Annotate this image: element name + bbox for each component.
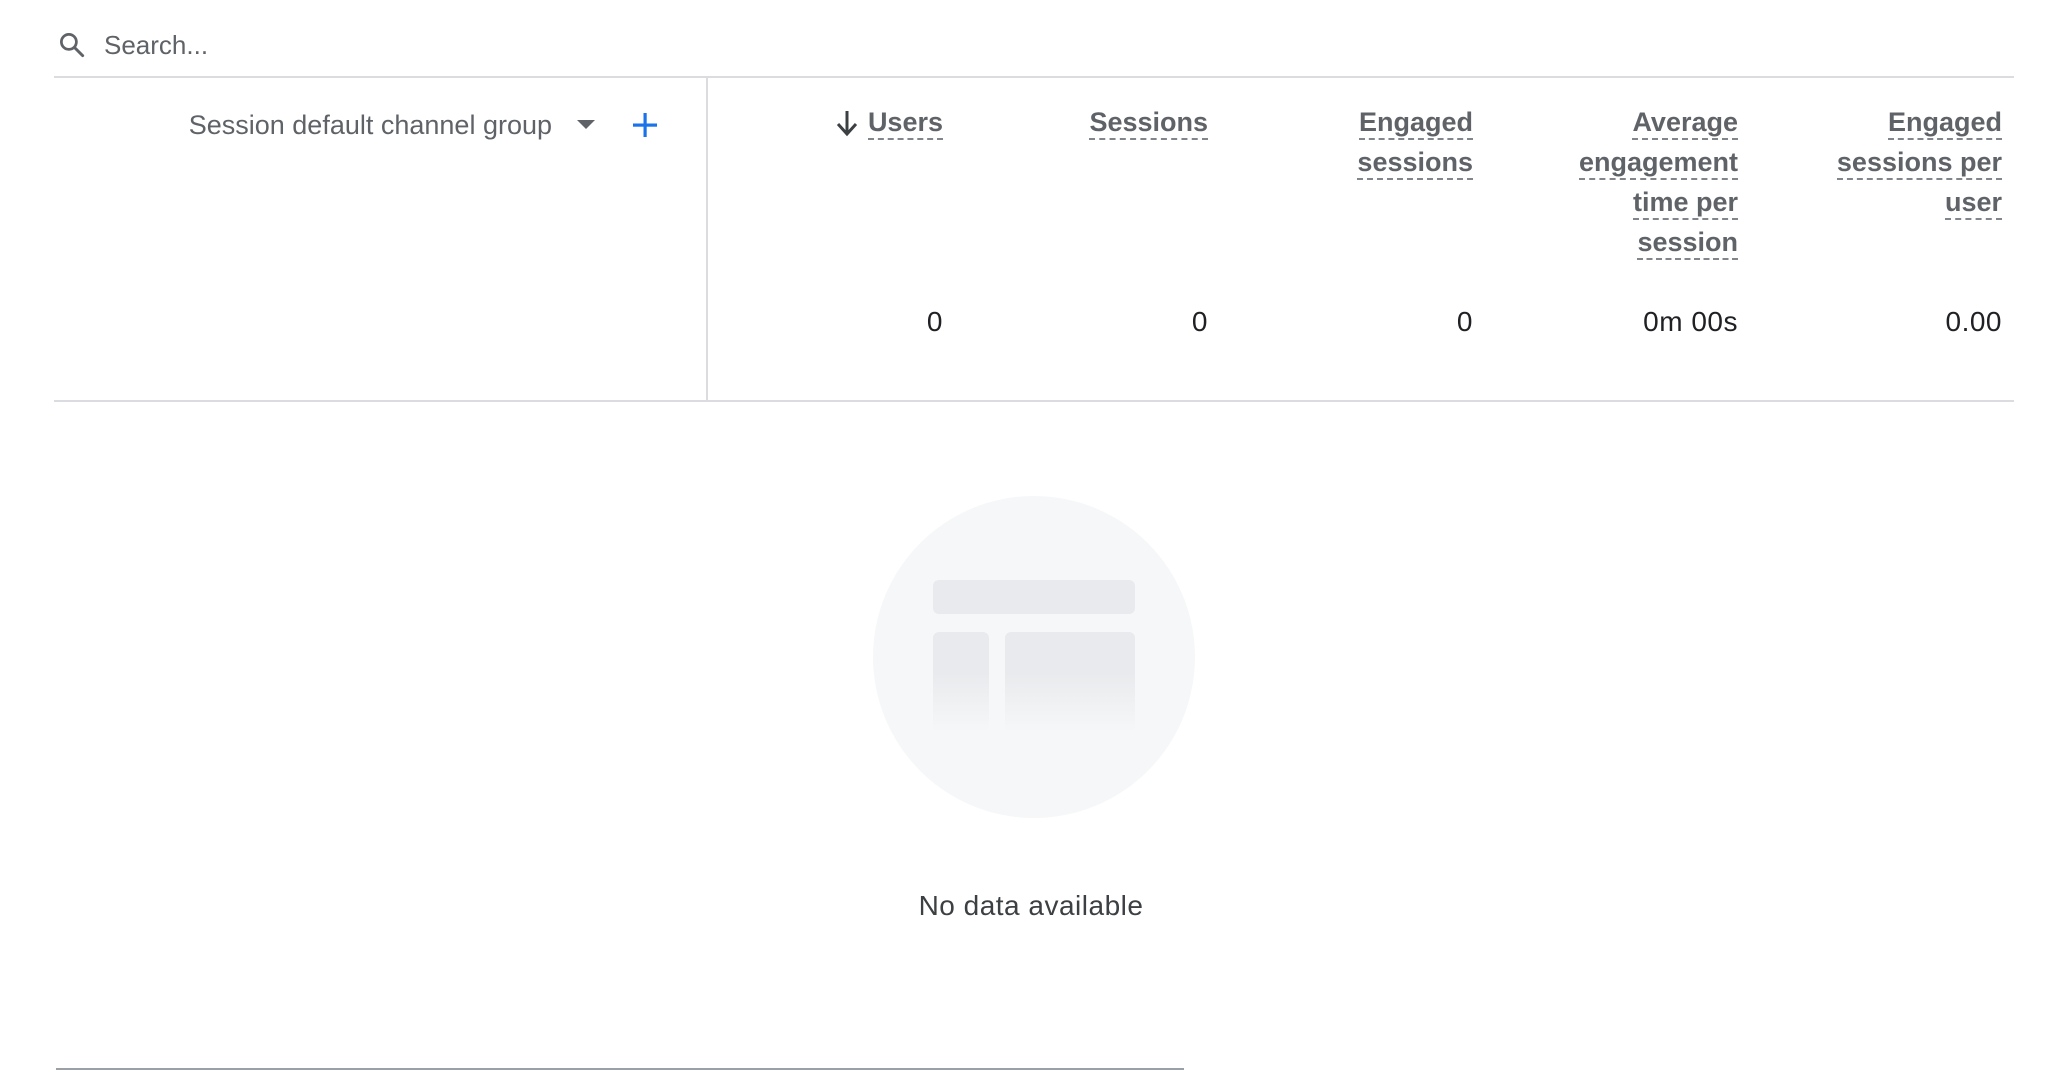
plus-icon [633,113,657,137]
metric-title: Users [867,102,943,142]
dimension-header: Session default channel group [189,104,666,146]
empty-state-message: No data available [918,890,1144,921]
column-header-sessions[interactable]: Sessions [1089,102,1208,142]
metric-title-line: Engaged [1887,107,2002,140]
search-bar [54,14,2014,78]
column-header-avg-engagement-time[interactable]: Average engagement time per session [1578,102,1738,262]
arrow-down-icon [836,111,858,137]
metric-title-line: session [1637,227,1738,260]
metric-title-line: sessions [1357,147,1473,180]
search-input[interactable] [104,29,704,61]
column-header-users[interactable]: Users [834,102,943,142]
empty-state: No data available [0,496,2062,921]
metric-value-sessions: 0 [1191,306,1208,337]
metric-title: Engaged sessions [1357,102,1473,182]
table-placeholder-icon [873,496,1195,818]
metric-title-line: sessions per [1836,147,2002,180]
dimension-column: Session default channel group [54,78,708,400]
report-table-card: Session default channel group [0,0,2062,1070]
metric-title: Engaged sessions per user [1836,102,2002,222]
search-icon [54,27,90,63]
metric-title-line: user [1944,187,2002,220]
placeholder-bar [933,580,1135,614]
add-dimension-button[interactable] [624,104,666,146]
metric-value-engaged-sessions: 0 [1456,306,1473,337]
metric-value-avg-engagement-time: 0m 00s [1643,306,1738,337]
metric-title-line: Users [867,107,943,140]
data-table: Session default channel group Users 0 Se… [54,78,2014,402]
metric-title: Sessions [1089,102,1208,142]
metric-value-users: 0 [926,306,943,337]
column-header-engaged-sessions-per-user[interactable]: Engaged sessions per user [1836,102,2002,222]
metric-title: Average engagement time per session [1578,102,1738,262]
placeholder-block-right [1005,632,1135,732]
metric-title-line: Sessions [1089,107,1208,140]
arrow-drop-down-icon[interactable] [566,107,606,143]
metric-value-engaged-sessions-per-user: 0.00 [1945,306,2002,337]
metric-title-line: Engaged [1358,107,1473,140]
dimension-label: Session default channel group [188,109,552,140]
metric-title-line: time per [1632,187,1738,220]
placeholder-block-left [933,632,989,732]
metric-title-line: Average [1632,107,1738,140]
metric-title-line: engagement [1578,147,1738,180]
column-header-engaged-sessions[interactable]: Engaged sessions [1357,102,1473,182]
